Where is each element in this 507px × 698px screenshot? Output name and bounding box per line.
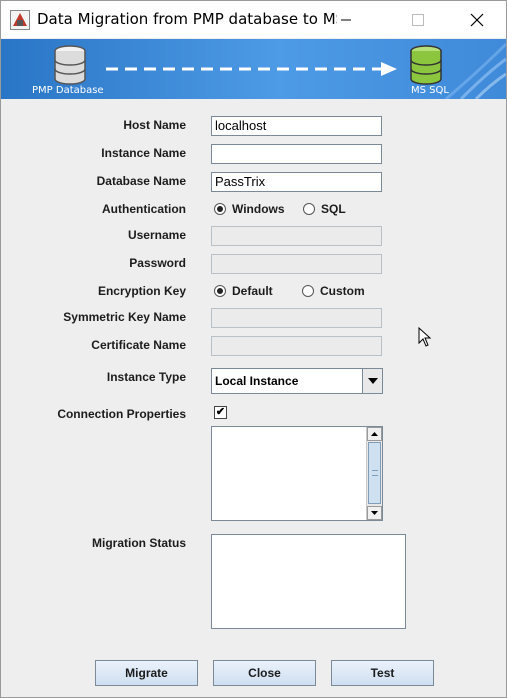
target-db-label: MS SQL xyxy=(411,85,449,96)
form-panel: Host Name localhost Instance Name Databa… xyxy=(1,99,506,697)
database-name-input[interactable]: PassTrix xyxy=(211,172,382,192)
auth-sql-label: SQL xyxy=(321,202,346,216)
auth-windows-radio[interactable]: Windows xyxy=(214,202,285,216)
source-database-icon xyxy=(54,45,86,85)
chevron-down-icon xyxy=(367,378,378,384)
migration-dialog: Data Migration from PMP database to MS .… xyxy=(0,0,507,698)
certificate-name-input[interactable] xyxy=(211,336,382,356)
password-label: Password xyxy=(129,256,186,270)
banner-swirl-decoration xyxy=(445,42,506,99)
instance-name-label: Instance Name xyxy=(101,146,186,160)
test-button[interactable]: Test xyxy=(331,660,434,686)
mouse-pointer-icon xyxy=(418,327,432,347)
minimize-icon xyxy=(341,19,351,20)
password-input[interactable] xyxy=(211,254,382,274)
migration-banner: PMP Database MS SQL xyxy=(1,39,506,99)
username-input[interactable] xyxy=(211,226,382,246)
target-database-icon xyxy=(410,45,442,85)
scroll-down-button[interactable] xyxy=(367,506,382,520)
symmetric-key-name-input[interactable] xyxy=(211,308,382,328)
connection-properties-scrollbar[interactable] xyxy=(366,427,382,520)
chevron-down-icon xyxy=(371,511,378,515)
host-name-input[interactable]: localhost xyxy=(211,116,382,136)
database-name-label: Database Name xyxy=(96,174,186,188)
auth-sql-radio[interactable]: SQL xyxy=(303,202,346,216)
connection-properties-label: Connection Properties xyxy=(57,407,186,421)
encryption-custom-radio[interactable]: Custom xyxy=(302,284,365,298)
close-icon xyxy=(470,13,484,26)
radio-unselected-icon xyxy=(302,285,314,297)
connection-properties-textarea[interactable] xyxy=(211,426,383,521)
scroll-up-button[interactable] xyxy=(367,427,382,441)
migrate-button[interactable]: Migrate xyxy=(95,660,198,686)
instance-type-dropdown-button[interactable] xyxy=(362,369,382,393)
authentication-label: Authentication xyxy=(102,202,186,216)
window-title: Data Migration from PMP database to MS .… xyxy=(37,10,337,28)
migration-status-textarea[interactable] xyxy=(211,534,406,629)
host-name-label: Host Name xyxy=(123,118,186,132)
instance-type-label: Instance Type xyxy=(106,370,186,384)
chevron-up-icon xyxy=(371,432,378,436)
minimize-button[interactable] xyxy=(323,1,369,38)
auth-windows-label: Windows xyxy=(232,202,285,216)
encryption-default-radio[interactable]: Default xyxy=(214,284,273,298)
encryption-custom-label: Custom xyxy=(320,284,365,298)
encryption-default-label: Default xyxy=(232,284,273,298)
source-db-label: PMP Database xyxy=(32,85,104,96)
radio-selected-icon xyxy=(214,203,226,215)
maximize-button xyxy=(395,1,441,38)
maximize-icon xyxy=(412,13,424,26)
close-window-button[interactable] xyxy=(454,1,500,38)
grip-icon xyxy=(372,470,378,476)
close-button[interactable]: Close xyxy=(213,660,316,686)
migration-status-label: Migration Status xyxy=(91,536,186,550)
migration-arrow-icon xyxy=(106,62,397,76)
connection-properties-checkbox[interactable]: ✔ xyxy=(214,406,227,419)
radio-selected-icon xyxy=(214,285,226,297)
symmetric-key-name-label: Symmetric Key Name xyxy=(63,310,186,324)
instance-type-select[interactable]: Local Instance xyxy=(211,368,383,394)
radio-unselected-icon xyxy=(303,203,315,215)
encryption-key-label: Encryption Key xyxy=(97,284,186,298)
scroll-thumb[interactable] xyxy=(368,442,381,504)
title-bar: Data Migration from PMP database to MS .… xyxy=(1,1,506,38)
app-icon xyxy=(10,10,30,30)
instance-type-value: Local Instance xyxy=(215,374,299,388)
username-label: Username xyxy=(127,228,186,242)
certificate-name-label: Certificate Name xyxy=(91,338,186,352)
instance-name-input[interactable] xyxy=(211,144,382,164)
